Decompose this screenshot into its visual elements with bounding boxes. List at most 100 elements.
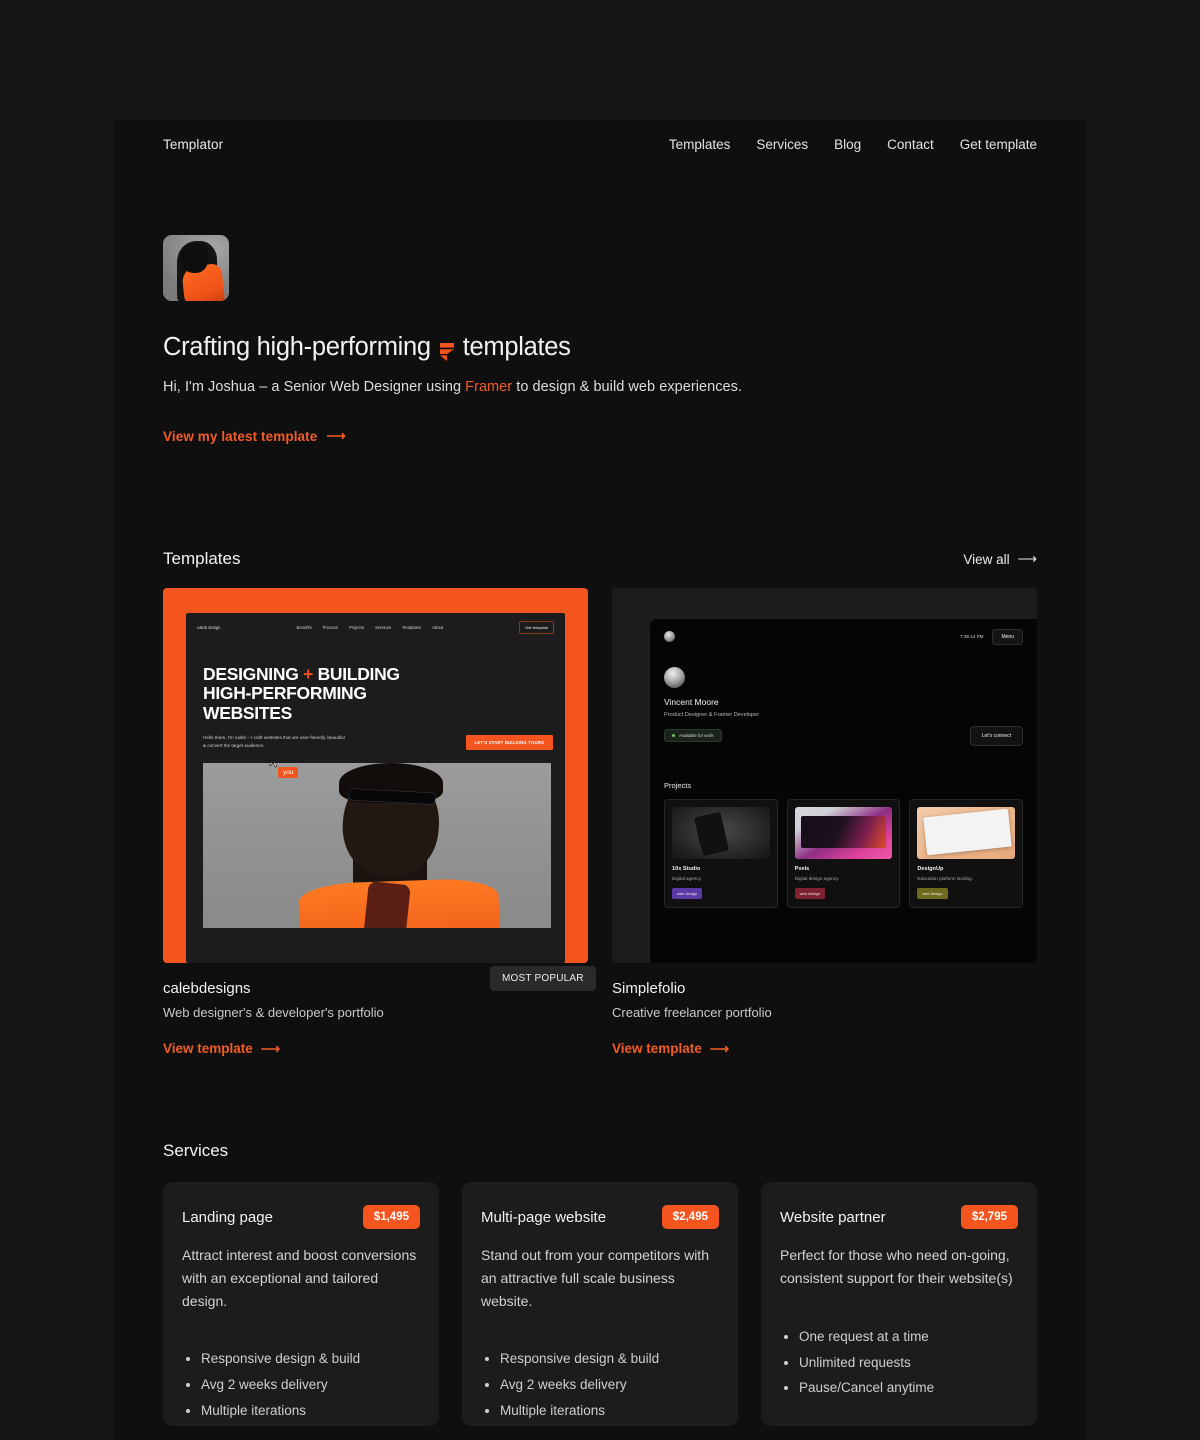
service-card-website-partner[interactable]: Website partner $2,795 Perfect for those… xyxy=(761,1182,1037,1426)
preview-projects-grid: 10x Studio Digital agency. web design Px… xyxy=(664,798,1023,908)
preview-project-name: DesignUp xyxy=(917,865,944,872)
site-header: Templator Templates Services Blog Contac… xyxy=(113,120,1087,152)
list-item: Avg 2 weeks delivery xyxy=(201,1372,420,1398)
view-template-link[interactable]: View template ⟶ xyxy=(612,1041,729,1057)
page-title: Crafting high-performing templates xyxy=(163,333,1037,362)
preview-headline: DESIGNING + BUILDING HIGH-PERFORMING WEB… xyxy=(203,663,565,725)
preview-nav-about: About xyxy=(432,624,444,630)
framer-icon xyxy=(439,339,454,361)
hero-cta-label: View my latest template xyxy=(163,428,318,444)
preview-logo: caleb.design xyxy=(197,624,221,630)
view-latest-template-link[interactable]: View my latest template ⟶ xyxy=(163,428,346,444)
nav-item-blog[interactable]: Blog xyxy=(834,137,861,152)
nav-item-templates[interactable]: Templates xyxy=(669,137,731,152)
template-preview-simplefolio[interactable]: 7:39:14 PM Menu Vincent Moore Product De… xyxy=(612,587,1037,963)
arrow-right-icon: ⟶ xyxy=(709,1040,730,1056)
preview-availability-label: Available for work xyxy=(679,733,714,738)
template-description: Web designer's & developer's portfolio xyxy=(163,1004,384,1020)
preview-topbar: 7:39:14 PM Menu xyxy=(664,628,1023,645)
view-all-label: View all xyxy=(963,551,1010,567)
service-name: Website partner xyxy=(780,1208,886,1226)
preview-project-tag: web design xyxy=(794,887,825,899)
hero-subtitle: Hi, I'm Joshua – a Senior Web Designer u… xyxy=(163,379,1037,395)
preview-project-desc: Digital design agency. xyxy=(794,875,840,881)
service-feature-list: Responsive design & build Avg 2 weeks de… xyxy=(481,1346,719,1424)
preview-cta-button: LET'S START BUILDING YOURS xyxy=(465,735,553,751)
primary-nav: Templates Services Blog Contact Get temp… xyxy=(669,137,1037,152)
templates-section-header: Templates View all ⟶ xyxy=(113,549,1087,569)
most-popular-badge: MOST POPULAR xyxy=(490,965,596,991)
preview-nav-services: Services xyxy=(374,624,392,630)
template-preview-calebdesigns[interactable]: caleb.design Benefits Process Projects S… xyxy=(163,587,588,963)
template-description: Creative freelancer portfolio xyxy=(612,1004,772,1020)
preview-availability-badge: Available for work xyxy=(664,729,722,742)
service-description: Stand out from your competitors with an … xyxy=(481,1247,709,1309)
preview-project-name: 10x Studio xyxy=(672,865,701,872)
service-card-landing-page[interactable]: Landing page $1,495 Attract interest and… xyxy=(163,1182,439,1426)
template-name: Simplefolio xyxy=(612,979,686,997)
arrow-right-icon: ⟶ xyxy=(260,1040,281,1056)
list-item: Multiple iterations xyxy=(500,1398,719,1424)
arrow-right-icon: ⟶ xyxy=(1017,551,1037,566)
list-item: One request at a time xyxy=(799,1324,1018,1350)
brand-logo[interactable]: Templator xyxy=(163,137,223,152)
preview-project-name: Pxels xyxy=(794,865,810,872)
preview-get-template-button: Get template xyxy=(519,620,554,634)
hero-section: Crafting high-performing templates Hi, I… xyxy=(113,235,1087,446)
preview-avatar-small xyxy=(664,631,675,642)
template-card-footer: calebdesigns Web designer's & developer'… xyxy=(163,980,588,1059)
service-card-multi-page-website[interactable]: Multi-page website $2,495 Stand out from… xyxy=(462,1182,738,1426)
nav-item-contact[interactable]: Contact xyxy=(887,137,934,152)
list-item: Avg 2 weeks delivery xyxy=(500,1372,719,1398)
preview-project-desc: Education platform landing. xyxy=(917,875,973,881)
list-item: Responsive design & build xyxy=(201,1346,420,1372)
view-template-link[interactable]: View template ⟶ xyxy=(163,1041,280,1057)
list-item: Responsive design & build xyxy=(500,1346,719,1372)
avatar xyxy=(163,235,229,301)
preview-hero-photo: you xyxy=(203,763,551,929)
preview-project-thumbnail xyxy=(917,806,1015,859)
nav-item-get-template[interactable]: Get template xyxy=(960,137,1037,152)
hero-subtitle-accent: Framer xyxy=(465,379,513,395)
hero-title-before: Crafting high-performing xyxy=(163,333,431,361)
cursor-pointer: you xyxy=(269,763,299,779)
preview-headline-part2: BUILDING xyxy=(317,663,400,684)
service-price-badge: $2,795 xyxy=(960,1205,1018,1229)
service-price-badge: $2,495 xyxy=(661,1205,719,1229)
view-all-templates-link[interactable]: View all ⟶ xyxy=(963,551,1037,567)
template-card-simplefolio[interactable]: 7:39:14 PM Menu Vincent Moore Product De… xyxy=(612,587,1037,1059)
preview-projects-label: Projects xyxy=(664,780,692,790)
preview-menu-button: Menu xyxy=(992,628,1023,645)
templates-grid: caleb.design Benefits Process Projects S… xyxy=(113,587,1087,1059)
services-section-header: Services xyxy=(113,1141,1087,1161)
preview-clock: 7:39:14 PM xyxy=(959,634,984,639)
arrow-right-icon: ⟶ xyxy=(326,428,346,443)
service-feature-list: One request at a time Unlimited requests… xyxy=(780,1324,1018,1402)
service-name: Multi-page website xyxy=(481,1208,607,1226)
cursor-label: you xyxy=(278,767,299,779)
preview-nav: caleb.design Benefits Process Projects S… xyxy=(186,613,565,634)
preview-nav-projects: Projects xyxy=(348,624,364,630)
nav-item-services[interactable]: Services xyxy=(756,137,808,152)
service-feature-list: Responsive design & build Avg 2 weeks de… xyxy=(182,1346,420,1424)
list-item: Unlimited requests xyxy=(799,1350,1018,1376)
preview-profile: Vincent Moore Product Designer & Framer … xyxy=(664,666,1023,746)
service-price-badge: $1,495 xyxy=(362,1205,420,1229)
preview-project-thumbnail xyxy=(794,806,893,859)
preview-headline-plus: + xyxy=(303,663,313,684)
preview-headline-line3: WEBSITES xyxy=(203,703,292,724)
preview-nav-process: Process xyxy=(322,624,338,630)
preview-profile-avatar xyxy=(664,666,685,688)
service-description: Perfect for those who need on-going, con… xyxy=(780,1247,1013,1286)
preview-project-card: 10x Studio Digital agency. web design xyxy=(664,798,778,908)
preview-connect-button: Let's connect xyxy=(969,725,1023,746)
status-dot-icon xyxy=(672,734,675,737)
preview-body-line1: Hello there, I'm caleb – I craft website… xyxy=(203,735,345,741)
list-item: Pause/Cancel anytime xyxy=(799,1375,1018,1401)
service-description: Attract interest and boost conversions w… xyxy=(182,1247,417,1309)
preview-nav-templates: Templates xyxy=(402,624,422,630)
view-template-label: View template xyxy=(163,1041,253,1056)
preview-project-card: Pxels Digital design agency. web design xyxy=(786,798,901,908)
preview-project-tag: web design xyxy=(672,887,703,899)
templates-title: Templates xyxy=(163,548,241,568)
